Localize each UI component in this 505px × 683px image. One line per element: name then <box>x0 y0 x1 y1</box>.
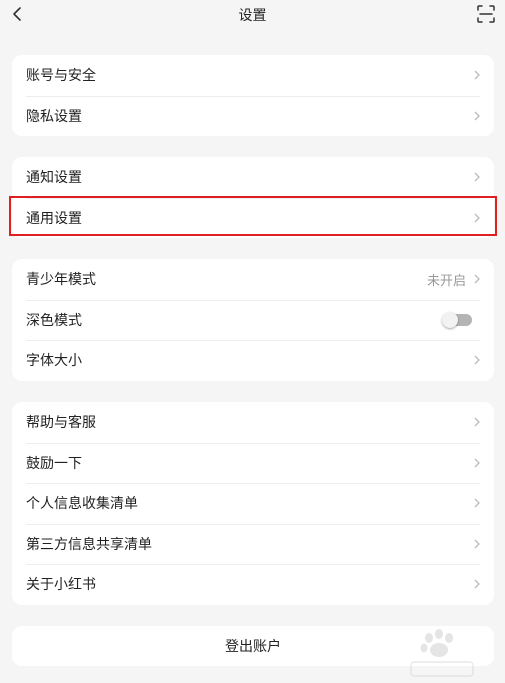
chevron-right-icon <box>474 70 480 80</box>
chevron-right-icon <box>474 172 480 182</box>
row-label: 青少年模式 <box>26 272 96 289</box>
chevron-right-icon <box>474 417 480 427</box>
row-encourage[interactable]: 鼓励一下 <box>12 442 494 484</box>
help-group: 帮助与客服 鼓励一下 个人信息收集清单 第三方信息共享清单 关于小红书 <box>12 402 494 605</box>
chevron-right-icon <box>474 579 480 589</box>
row-privacy-settings[interactable]: 隐私设置 <box>12 95 494 137</box>
chevron-right-icon <box>474 539 480 549</box>
top-bar: 设置 <box>0 0 505 30</box>
row-label: 字体大小 <box>26 353 82 370</box>
row-account-security[interactable]: 账号与安全 <box>12 55 494 96</box>
row-about[interactable]: 关于小红书 <box>12 564 494 605</box>
toggle-knob <box>442 311 458 328</box>
dark-mode-toggle[interactable] <box>442 311 472 328</box>
row-label: 鼓励一下 <box>26 455 82 472</box>
page-title: 设置 <box>238 8 267 24</box>
row-label: 通用设置 <box>26 210 82 227</box>
row-label: 第三方信息共享清单 <box>26 536 152 553</box>
row-dark-mode: 深色模式 <box>12 299 494 341</box>
teen-mode-status: 未开启 <box>426 273 466 289</box>
row-third-party-list[interactable]: 第三方信息共享清单 <box>12 523 494 565</box>
chevron-right-icon <box>474 111 480 121</box>
chevron-right-icon <box>474 355 480 365</box>
row-label: 通知设置 <box>26 170 82 187</box>
row-notification-settings[interactable]: 通知设置 <box>12 157 494 198</box>
row-label: 深色模式 <box>26 312 82 329</box>
row-help-support[interactable]: 帮助与客服 <box>12 402 494 443</box>
row-personal-info-list[interactable]: 个人信息收集清单 <box>12 483 494 524</box>
chevron-right-icon <box>474 458 480 468</box>
display-group: 青少年模式 未开启 深色模式 字体大小 <box>12 259 494 381</box>
row-label: 隐私设置 <box>26 108 82 125</box>
chevron-right-icon <box>474 274 480 284</box>
chevron-right-icon <box>474 498 480 508</box>
notification-group: 通知设置 通用设置 <box>12 157 494 238</box>
row-label: 帮助与客服 <box>26 415 96 432</box>
row-teen-mode[interactable]: 青少年模式 未开启 <box>12 259 494 300</box>
account-group: 账号与安全 隐私设置 <box>12 55 494 136</box>
logout-button[interactable]: 登出账户 <box>12 626 494 666</box>
row-label: 关于小红书 <box>26 577 96 594</box>
row-font-size[interactable]: 字体大小 <box>12 340 494 381</box>
scan-icon[interactable] <box>477 5 495 23</box>
row-general-settings[interactable]: 通用设置 <box>12 197 494 239</box>
row-label: 账号与安全 <box>26 68 96 85</box>
row-label: 个人信息收集清单 <box>26 496 138 513</box>
chevron-right-icon <box>474 213 480 223</box>
